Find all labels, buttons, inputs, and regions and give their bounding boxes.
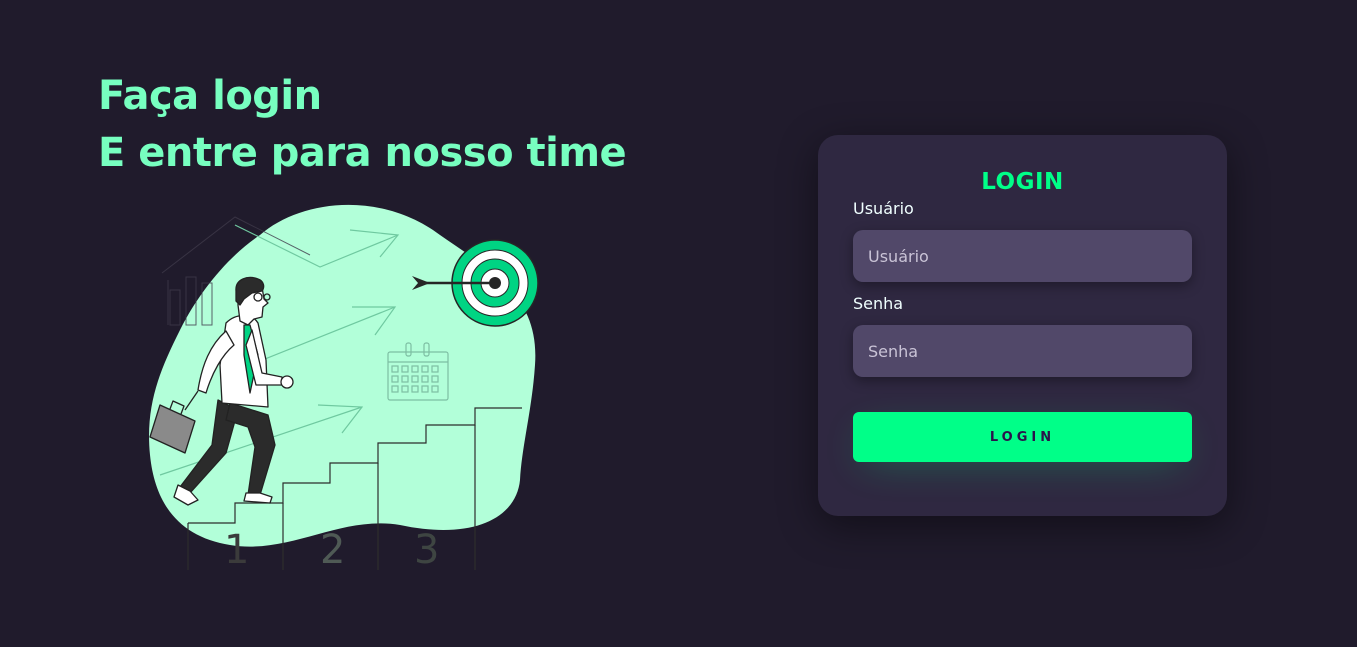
hero-heading: Faça login E entre para nosso time [98,68,658,182]
login-page: Faça login E entre para nosso time 1 2 3… [0,0,1357,647]
login-card: LOGIN Usuário Senha LOGIN [818,135,1227,516]
username-label: Usuário [853,199,914,218]
hero-section: Faça login E entre para nosso time [98,68,658,182]
login-title: LOGIN [981,169,1064,195]
password-label: Senha [853,294,904,313]
step-number-3: 3 [414,527,439,573]
step-number-2: 2 [320,527,345,573]
hero-heading-line1: Faça login [98,73,322,119]
username-input[interactable] [853,230,1192,282]
hero-heading-line2: E entre para nosso time [98,130,627,176]
password-input[interactable] [853,325,1192,377]
step-number-1: 1 [224,527,249,573]
login-button[interactable]: LOGIN [853,412,1192,462]
career-growth-illustration: 1 2 3 [149,204,539,573]
